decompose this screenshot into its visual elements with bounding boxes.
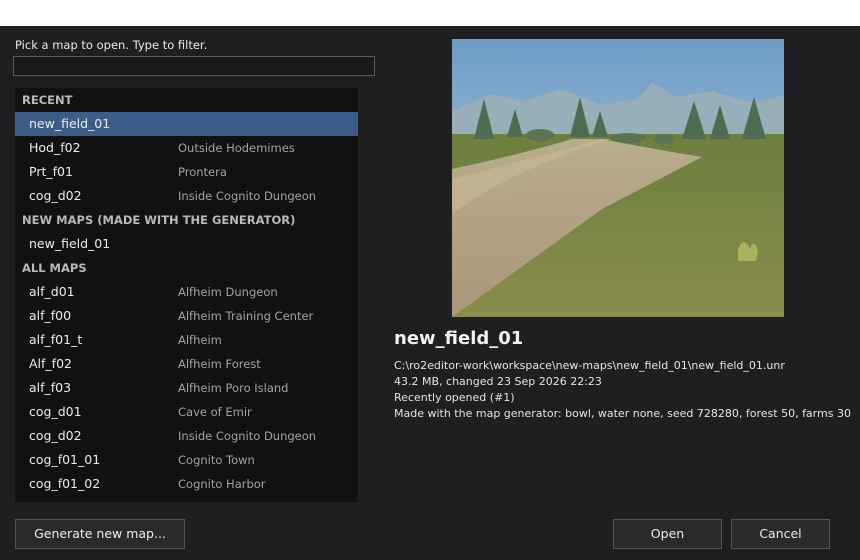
map-row[interactable]: Hod_f02 Outside Hodemimes bbox=[15, 136, 358, 160]
map-row-selected[interactable]: new_field_01 bbox=[15, 112, 358, 136]
map-description: Alfheim Dungeon bbox=[178, 285, 278, 299]
map-name: new_field_01 bbox=[29, 236, 111, 251]
map-preview-image bbox=[452, 39, 784, 317]
map-description: Inside Cognito Dungeon bbox=[178, 189, 317, 203]
map-name: Prt_f01 bbox=[29, 164, 73, 179]
map-row[interactable]: cog_f01_01 Cognito Town bbox=[15, 448, 358, 472]
open-button[interactable]: Open bbox=[613, 519, 722, 549]
map-description: Prontera bbox=[178, 165, 227, 179]
map-row[interactable]: cog_d01 Cave of Emir bbox=[15, 400, 358, 424]
map-name: Hod_f02 bbox=[29, 140, 81, 155]
map-description: Alfheim bbox=[178, 333, 222, 347]
map-name: alf_f01_t bbox=[29, 332, 83, 347]
map-description: Alfheim Poro Island bbox=[178, 381, 289, 395]
map-row[interactable]: alf_f00 Alfheim Training Center bbox=[15, 304, 358, 328]
map-description: Cave of Emir bbox=[178, 405, 252, 419]
map-recent-status: Recently opened (#1) bbox=[394, 391, 515, 404]
map-name: Alf_f02 bbox=[29, 356, 72, 371]
map-path: C:\ro2editor-work\workspace\new-maps\new… bbox=[394, 359, 785, 372]
generate-new-map-button[interactable]: Generate new map... bbox=[15, 519, 185, 549]
cancel-button[interactable]: Cancel bbox=[731, 519, 830, 549]
selected-map-details: C:\ro2editor-work\workspace\new-maps\new… bbox=[394, 358, 851, 422]
map-name: cog_d01 bbox=[29, 404, 82, 419]
map-row[interactable]: cog_f01_02 Cognito Harbor bbox=[15, 472, 358, 496]
map-row[interactable]: new_field_01 bbox=[15, 232, 358, 256]
map-name: cog_f01_02 bbox=[29, 476, 101, 491]
filter-prompt: Pick a map to open. Type to filter. bbox=[15, 38, 208, 52]
map-name: cog_d02 bbox=[29, 428, 82, 443]
map-name: alf_f00 bbox=[29, 308, 72, 323]
map-name: alf_f03 bbox=[29, 380, 72, 395]
map-description: Inside Cognito Dungeon bbox=[178, 429, 317, 443]
map-name: cog_d02 bbox=[29, 188, 82, 203]
map-generator-info: Made with the map generator: bowl, water… bbox=[394, 407, 851, 420]
map-row[interactable]: alf_f03 Alfheim Poro Island bbox=[15, 376, 358, 400]
map-row[interactable]: cog_d02 Inside Cognito Dungeon bbox=[15, 184, 358, 208]
section-header-new-maps: NEW MAPS (MADE WITH THE GENERATOR) bbox=[22, 213, 296, 227]
map-description: Outside Hodemimes bbox=[178, 141, 295, 155]
map-description: Cognito Harbor bbox=[178, 477, 266, 491]
map-row[interactable]: Prt_f01 Prontera bbox=[15, 160, 358, 184]
section-header-all-maps: ALL MAPS bbox=[22, 261, 87, 275]
open-map-dialog: Pick a map to open. Type to filter. RECE… bbox=[0, 26, 860, 560]
selected-map-title: new_field_01 bbox=[394, 328, 524, 349]
map-description: Cognito Town bbox=[178, 453, 255, 467]
map-name: cog_f01_01 bbox=[29, 452, 101, 467]
map-row[interactable]: Alf_f02 Alfheim Forest bbox=[15, 352, 358, 376]
map-name: alf_d01 bbox=[29, 284, 75, 299]
map-name: new_field_01 bbox=[29, 116, 111, 131]
map-description: Alfheim Training Center bbox=[178, 309, 314, 323]
map-list[interactable]: RECENT new_field_01 Hod_f02 Outside Hode… bbox=[15, 88, 358, 502]
map-row[interactable]: alf_d01 Alfheim Dungeon bbox=[15, 280, 358, 304]
filter-input[interactable] bbox=[13, 56, 375, 76]
map-row[interactable]: cog_d02 Inside Cognito Dungeon bbox=[15, 424, 358, 448]
map-description: Alfheim Forest bbox=[178, 357, 261, 371]
section-header-recent: RECENT bbox=[22, 93, 73, 107]
map-size-changed: 43.2 MB, changed 23 Sep 2026 22:23 bbox=[394, 375, 602, 388]
map-row[interactable]: alf_f01_t Alfheim bbox=[15, 328, 358, 352]
